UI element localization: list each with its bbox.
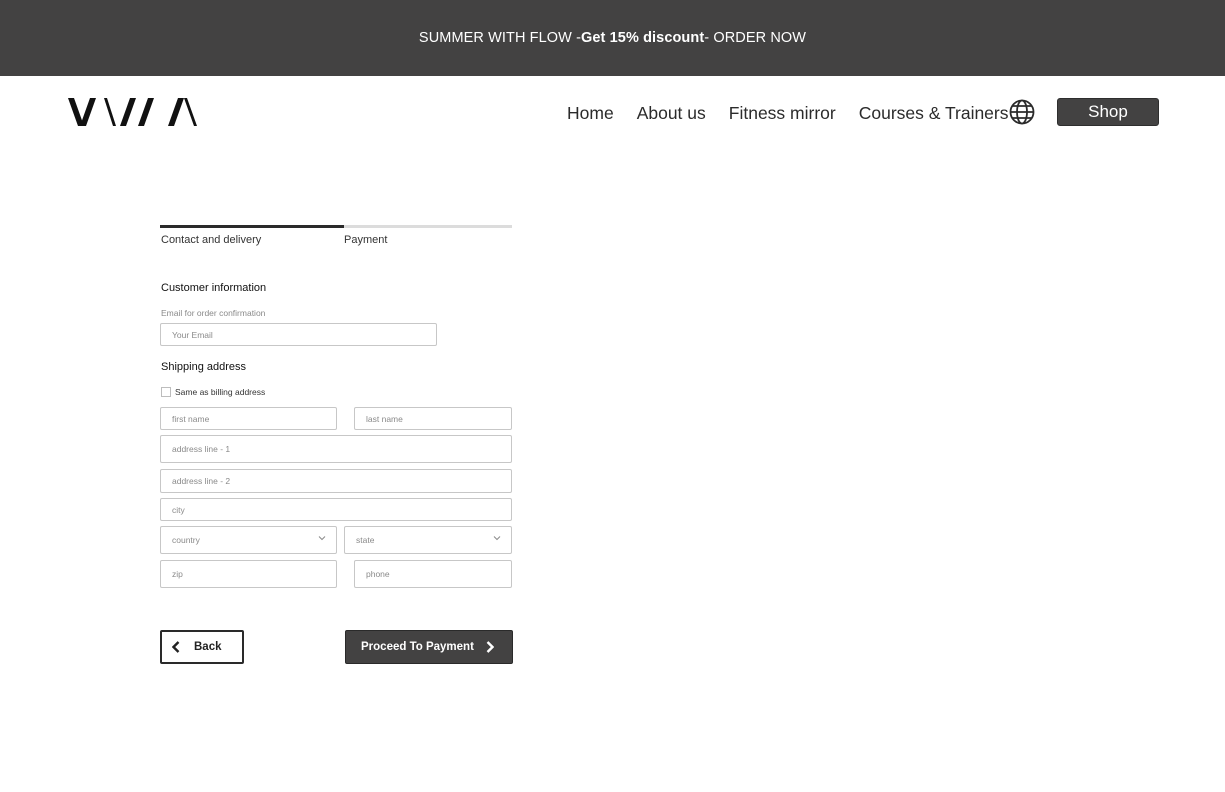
address-line-1-field[interactable]: address line - 1: [160, 435, 512, 463]
first-name-placeholder: first name: [172, 413, 210, 424]
step-contact-delivery[interactable]: Contact and delivery: [161, 234, 261, 246]
back-button-label: Back: [194, 641, 222, 653]
state-select[interactable]: state: [344, 526, 512, 554]
address-line-2-placeholder: address line - 2: [172, 476, 231, 486]
zip-placeholder: zip: [172, 569, 183, 579]
phone-field[interactable]: phone: [354, 560, 512, 588]
nav-fitness-mirror[interactable]: Fitness mirror: [729, 103, 836, 124]
last-name-field[interactable]: last name: [354, 407, 512, 430]
city-field[interactable]: city: [160, 498, 512, 521]
globe-icon[interactable]: [1008, 98, 1036, 126]
proceed-button-label: Proceed To Payment: [361, 641, 474, 653]
nav-courses-trainers[interactable]: Courses & Trainers: [859, 103, 1009, 124]
zip-field[interactable]: zip: [160, 560, 337, 588]
nav-home[interactable]: Home: [567, 103, 614, 124]
proceed-to-payment-button[interactable]: Proceed To Payment: [345, 630, 513, 664]
email-label: Email for order confirmation: [161, 308, 266, 318]
email-placeholder: Your Email: [172, 329, 213, 340]
customer-info-title: Customer information: [161, 282, 267, 294]
chevron-down-icon: [318, 536, 326, 541]
country-select[interactable]: country: [160, 526, 337, 554]
checkout-progress-fill: [160, 225, 344, 228]
back-button[interactable]: Back: [160, 630, 244, 664]
state-placeholder: state: [356, 535, 375, 545]
same-as-billing-label[interactable]: Same as billing address: [175, 387, 265, 397]
phone-placeholder: phone: [366, 569, 390, 579]
email-field[interactable]: Your Email: [160, 323, 437, 346]
promo-prefix: SUMMER WITH FLOW -: [418, 30, 582, 46]
main-nav: Home About us Fitness mirror Courses & T…: [567, 100, 1032, 126]
chevron-right-icon: [486, 641, 494, 653]
chevron-left-icon: [172, 641, 180, 653]
same-as-billing-checkbox[interactable]: [161, 387, 171, 397]
promo-banner[interactable]: SUMMER WITH FLOW - Get 15% discount - OR…: [0, 0, 1225, 76]
shipping-address-title: Shipping address: [161, 361, 247, 373]
promo-suffix: - ORDER NOW: [704, 30, 807, 46]
address-line-1-placeholder: address line - 1: [172, 444, 231, 454]
brand-logo-icon[interactable]: [68, 98, 200, 126]
promo-highlight: Get 15% discount: [581, 30, 705, 46]
step-payment[interactable]: Payment: [344, 234, 387, 246]
nav-about-us[interactable]: About us: [637, 103, 706, 124]
city-placeholder: city: [172, 504, 185, 515]
checkout-progress: [160, 225, 512, 228]
country-placeholder: country: [172, 535, 200, 545]
last-name-placeholder: last name: [366, 413, 403, 424]
shop-button[interactable]: Shop: [1057, 98, 1159, 126]
address-line-2-field[interactable]: address line - 2: [160, 469, 512, 493]
first-name-field[interactable]: first name: [160, 407, 337, 430]
chevron-down-icon: [493, 536, 501, 541]
